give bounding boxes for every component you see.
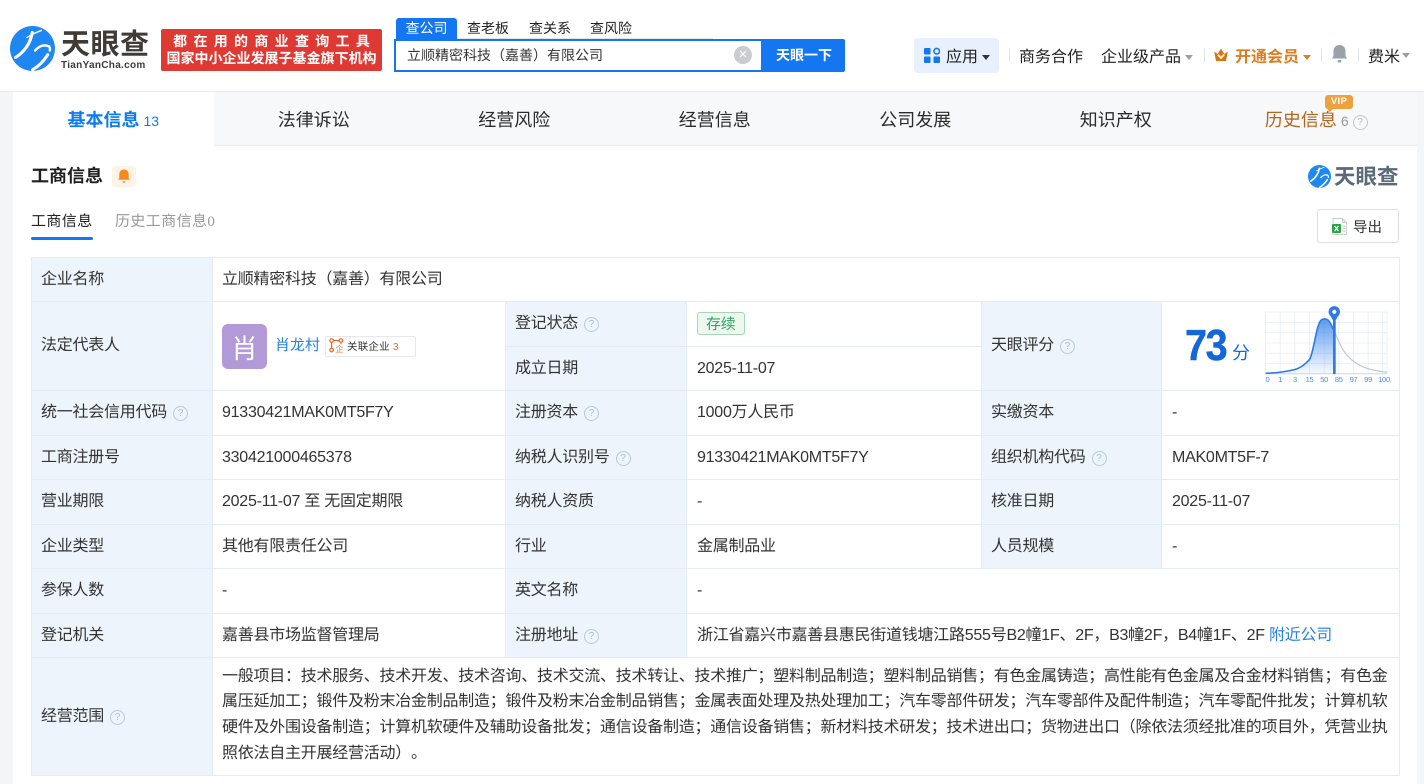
svg-text:100: 100: [1378, 375, 1390, 384]
svg-text:85: 85: [1335, 375, 1343, 384]
svg-text:0: 0: [1266, 375, 1270, 384]
svg-text:97: 97: [1350, 375, 1358, 384]
svg-text:50: 50: [1320, 375, 1328, 384]
svg-text:企: 企: [335, 343, 344, 353]
svg-text:99: 99: [1364, 375, 1372, 384]
svg-text:15: 15: [1306, 375, 1314, 384]
svg-text:1: 1: [1278, 375, 1282, 384]
svg-text:3: 3: [1293, 375, 1297, 384]
